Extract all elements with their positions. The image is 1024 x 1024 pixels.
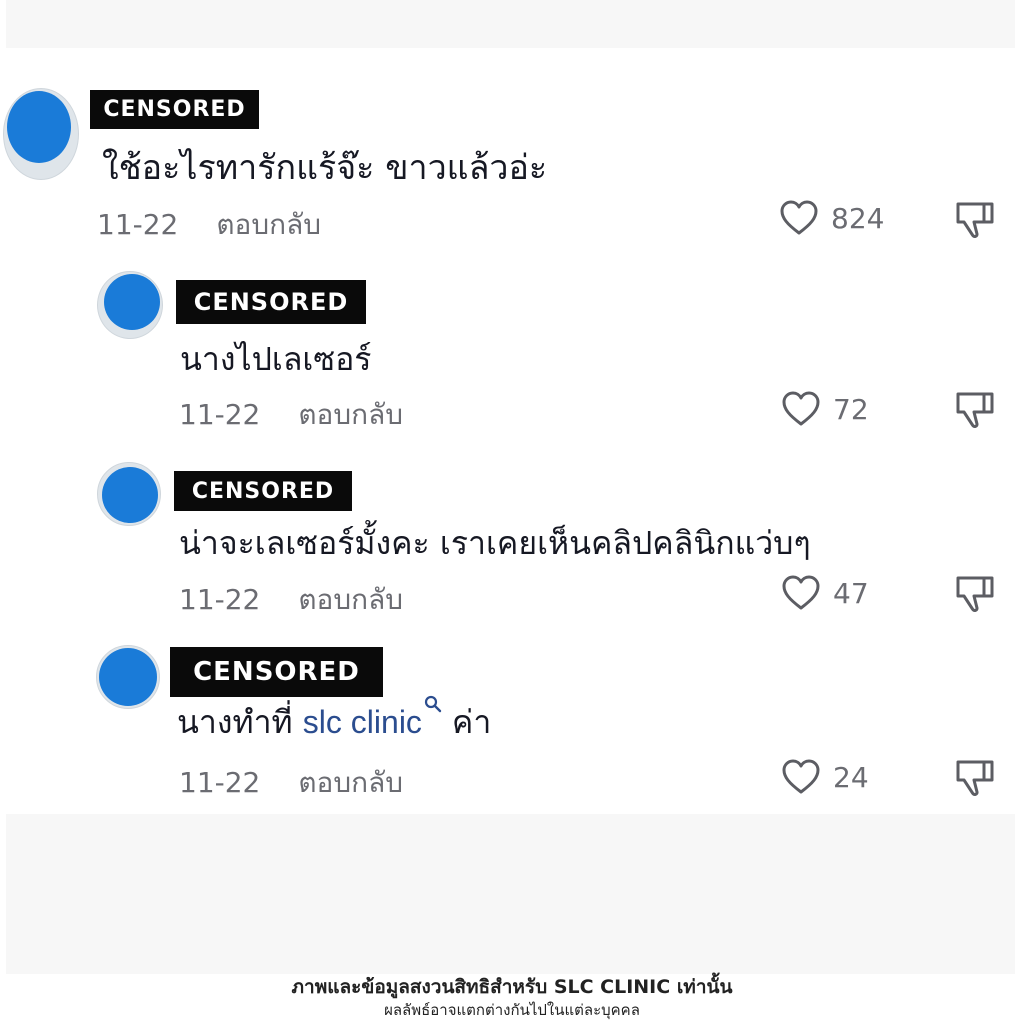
thumbs-down-icon [956,760,994,796]
comment-text: นางทำที่ slc clinic ค่า [177,695,492,748]
comment-text: น่าจะเลเซอร์มั้งคะ เราเคยเห็นคลิปคลินิกแ… [179,524,811,562]
username-censored[interactable]: CENSORED [174,471,352,511]
bottom-background-band [6,814,1015,974]
avatar-censor-blur [99,648,157,706]
avatar-censor-blur [102,467,158,523]
reply-button[interactable]: ตอบกลับ [298,398,403,431]
mention-link[interactable]: slc clinic [303,704,422,740]
comment-date: 11-22 [179,583,261,616]
comment-meta: 11-22 ตอบกลับ [179,393,403,437]
like-count: 72 [833,392,869,426]
reply-button[interactable]: ตอบกลับ [298,766,403,799]
comment-meta: 11-22 ตอบกลับ [179,761,403,805]
reply-button[interactable]: ตอบกลับ [298,583,403,616]
comment-text-after: ค่า [451,703,492,741]
thumbs-down-icon [956,576,994,612]
like-count: 24 [833,760,869,794]
avatar[interactable] [96,645,160,709]
like-button[interactable]: 824 [779,199,884,237]
thumbs-down-icon [956,392,994,428]
heart-outline-icon [782,391,820,426]
like-button[interactable]: 47 [781,574,869,612]
avatar[interactable] [3,88,79,180]
like-count: 47 [833,576,869,610]
like-button[interactable]: 72 [781,390,869,428]
username-censored[interactable]: CENSORED [176,280,366,324]
comment-date: 11-22 [179,398,261,431]
comment-text: นางไปเลเซอร์ [180,340,372,378]
avatar[interactable] [97,271,163,339]
reply-button[interactable]: ตอบกลับ [216,208,321,241]
avatar-censor-blur [7,91,71,163]
like-count: 824 [831,201,885,235]
username-censored[interactable]: CENSORED [170,647,383,697]
search-icon[interactable] [424,695,442,713]
top-background-band [6,0,1015,48]
footer-disclaimer: ผลลัพธ์อาจแตกต่างกันไปในแต่ละบุคคล [384,1001,640,1019]
comment-date: 11-22 [179,766,261,799]
heart-outline-icon [780,200,818,235]
comment-meta: 11-22 ตอบกลับ [97,203,321,247]
comment-text: ใช้อะไรทารักแร้จ๊ะ ขาวแล้วอ่ะ [102,148,548,188]
heart-outline-icon [782,759,820,794]
dislike-button[interactable] [954,198,996,244]
comment-text-before: นางทำที่ [177,703,293,741]
dislike-button[interactable] [954,572,996,618]
thumbs-down-icon [956,202,994,238]
avatar-censor-blur [104,274,160,330]
heart-outline-icon [782,575,820,610]
dislike-button[interactable] [954,388,996,434]
like-button[interactable]: 24 [781,758,869,796]
avatar[interactable] [97,462,161,526]
comment-meta: 11-22 ตอบกลับ [179,578,403,622]
dislike-button[interactable] [954,756,996,802]
comment-date: 11-22 [97,208,179,241]
username-censored[interactable]: CENSORED [90,90,259,129]
